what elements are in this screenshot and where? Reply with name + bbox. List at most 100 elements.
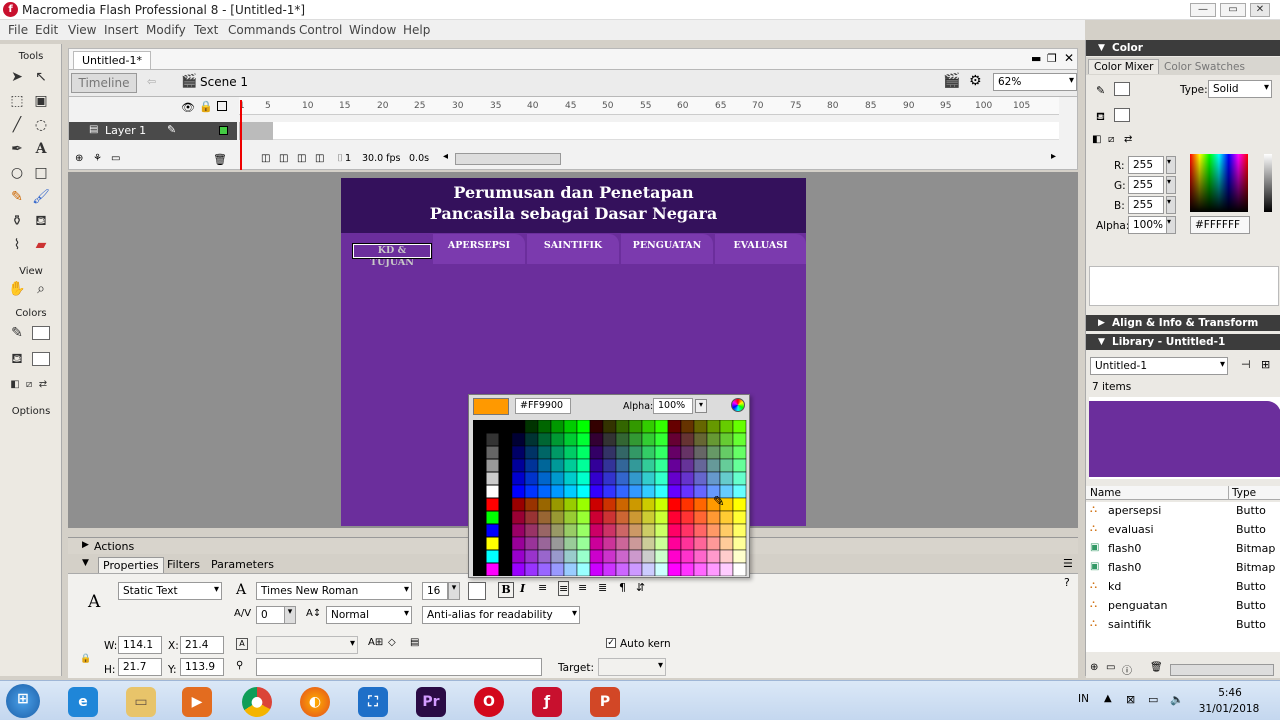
swatch[interactable] [524,497,539,512]
swatch[interactable] [680,471,695,486]
swatch[interactable] [485,432,500,447]
swatch[interactable] [706,432,721,447]
show-border-icon[interactable]: ◇ [388,637,396,648]
swatch[interactable] [615,484,630,499]
swatch[interactable] [654,445,669,460]
swatch[interactable] [602,510,617,525]
swatch[interactable] [641,445,656,460]
swatch[interactable] [576,549,591,564]
color-spectrum[interactable] [1190,154,1248,212]
arrow-tool-icon[interactable]: ➤ [6,66,28,88]
properties-icon[interactable]: ⓘ [1122,662,1132,677]
swatch[interactable] [628,562,643,576]
tab-color-mixer[interactable]: Color Mixer [1088,59,1160,74]
swatch-grid[interactable]: ✎ [473,420,749,576]
keyframes[interactable] [239,122,273,140]
swatch[interactable] [719,562,734,576]
scroll-left-icon[interactable]: ◂ [443,151,448,162]
swatch[interactable] [485,536,500,551]
swatch[interactable] [589,484,604,499]
swatch[interactable] [524,432,539,447]
screen-capture-icon[interactable]: ⛶ [358,687,388,717]
swatch[interactable] [680,562,695,576]
swatch[interactable] [473,536,487,551]
pen-tool-icon[interactable]: ✒ [6,138,28,160]
g-field[interactable]: 255 [1128,176,1164,194]
swatch[interactable] [511,510,526,525]
swatch[interactable] [524,458,539,473]
swatch[interactable] [602,484,617,499]
swatch[interactable] [641,549,656,564]
tab-filters[interactable]: Filters [167,558,200,571]
swatch[interactable] [550,562,565,576]
swatch[interactable] [628,549,643,564]
edit-multiple-icon[interactable]: ◫ [315,153,324,164]
swatch[interactable] [524,549,539,564]
swatch[interactable] [719,445,734,460]
swatch[interactable] [628,497,643,512]
timeline-scrollbar[interactable] [455,153,561,165]
swatch[interactable] [667,536,682,551]
library-item[interactable]: ▣ flash0 Bitmap [1086,559,1280,577]
back-arrow-icon[interactable]: ⇦ [147,75,156,88]
align-panel-header[interactable]: ▶ Align & Info & Transform [1086,315,1280,331]
r-field[interactable]: 255 [1128,156,1164,174]
swatch[interactable] [524,420,539,434]
swatch[interactable] [693,536,708,551]
font-select[interactable]: Times New Roman [256,582,412,600]
swatch[interactable] [654,484,669,499]
text-type-select[interactable]: Static Text [118,582,222,600]
ie-icon[interactable]: e [68,687,98,717]
swatch[interactable] [654,471,669,486]
swatch[interactable] [498,471,513,486]
letter-spacing-dropdown-icon[interactable]: ▾ [284,606,296,624]
document-tab[interactable]: Untitled-1* [73,51,151,69]
swatch[interactable] [511,445,526,460]
swatch[interactable] [550,420,565,434]
library-scrollbar[interactable] [1170,664,1274,676]
b-field[interactable]: 255 [1128,196,1164,214]
swatch[interactable] [550,549,565,564]
swatch[interactable] [641,420,656,434]
x-field[interactable]: 21.4 [180,636,224,654]
url-field[interactable] [256,658,542,676]
swatch[interactable] [550,523,565,538]
menu-edit[interactable]: Edit [35,23,58,37]
swatch[interactable] [537,484,552,499]
tray-battery-icon[interactable]: ▭ [1148,693,1158,706]
swatch[interactable] [537,420,552,434]
bw-icon[interactable]: ◧ [1092,134,1101,145]
swatch[interactable] [537,497,552,512]
swatch[interactable] [602,458,617,473]
baseline-select[interactable]: Normal [326,606,412,624]
swatch[interactable] [550,536,565,551]
menu-text[interactable]: Text [194,23,218,37]
swatch[interactable] [693,432,708,447]
edit-symbols-icon[interactable]: ⚙ [969,73,982,89]
swatch[interactable] [667,510,682,525]
lock-ratio-icon[interactable]: 🔒 [80,654,91,664]
swatch[interactable] [550,497,565,512]
swatch[interactable] [680,549,695,564]
swatch[interactable] [537,562,552,576]
swatch[interactable] [602,445,617,460]
swatch[interactable] [550,432,565,447]
align-left-icon[interactable]: ≡ [538,581,547,594]
free-transform-tool-icon[interactable]: ⬚ [6,90,28,112]
menu-insert[interactable]: Insert [104,23,138,37]
swatch[interactable] [732,549,747,564]
swatch[interactable] [680,420,695,434]
swatch[interactable] [602,471,617,486]
clock-date[interactable]: 31/01/2018 [1196,703,1262,715]
swatch[interactable] [706,445,721,460]
swatch[interactable] [473,445,487,460]
zoom-select[interactable]: 62% [993,73,1077,91]
swatch[interactable] [563,536,578,551]
oval-tool-icon[interactable]: ○ [6,162,28,184]
doc-close-icon[interactable]: ✕ [1064,51,1074,65]
swatch[interactable] [602,549,617,564]
swatch[interactable] [563,484,578,499]
firefox-icon[interactable]: ◐ [300,687,330,717]
swatch[interactable] [654,523,669,538]
swap-icon[interactable]: ⇄ [1124,134,1132,145]
